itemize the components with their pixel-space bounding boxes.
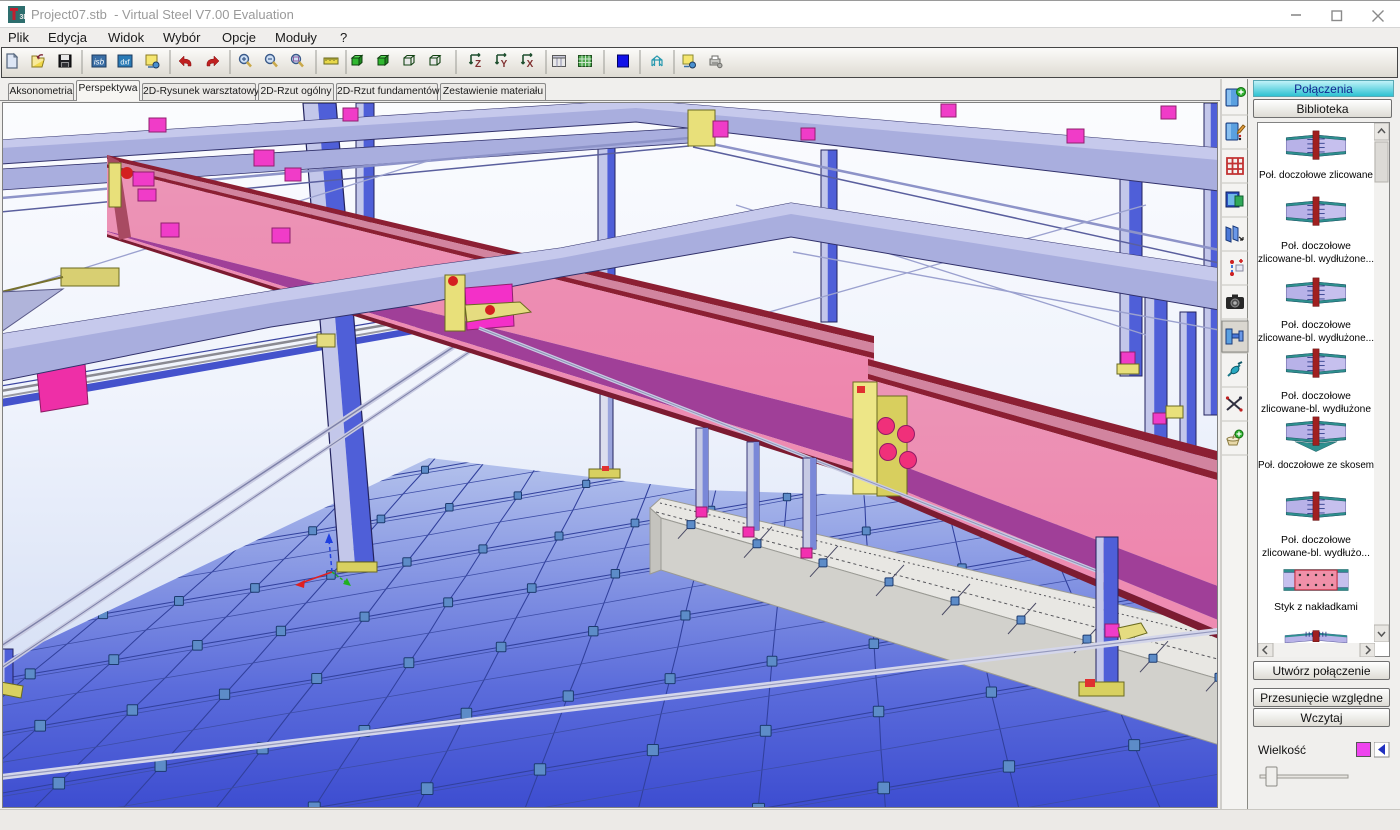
svg-text:zlicowane-bl. wydłużone...: zlicowane-bl. wydłużone... <box>1258 254 1374 265</box>
svg-text:Poł. doczołowe: Poł. doczołowe <box>1281 241 1351 252</box>
svg-text:Poł. doczołowe: Poł. doczołowe <box>1281 391 1351 402</box>
svg-text:zlicowane-bl. wydłużo...: zlicowane-bl. wydłużo... <box>1262 548 1370 559</box>
svg-text:zlicowane-bl. wydłużone...: zlicowane-bl. wydłużone... <box>1258 333 1374 344</box>
svg-text:X: X <box>527 59 534 70</box>
svg-text:Styk z nakładkami: Styk z nakładkami <box>1274 602 1358 613</box>
svg-text:isb: isb <box>94 58 105 67</box>
svg-text:zlicowane-bl. wydłużone: zlicowane-bl. wydłużone <box>1261 404 1371 415</box>
svg-text:Z: Z <box>475 59 481 70</box>
svg-text:dxf: dxf <box>120 60 129 67</box>
svg-text:3D: 3D <box>20 14 26 21</box>
svg-text:Poł. doczołowe ze skosem: Poł. doczołowe ze skosem <box>1258 460 1374 471</box>
svg-text:Poł. doczołowe: Poł. doczołowe <box>1281 320 1351 331</box>
svg-text:Poł. doczołowe: Poł. doczołowe <box>1281 535 1351 546</box>
svg-text:Poł. doczołowe zlicowane: Poł. doczołowe zlicowane <box>1259 170 1373 181</box>
svg-text:Y: Y <box>501 59 508 70</box>
